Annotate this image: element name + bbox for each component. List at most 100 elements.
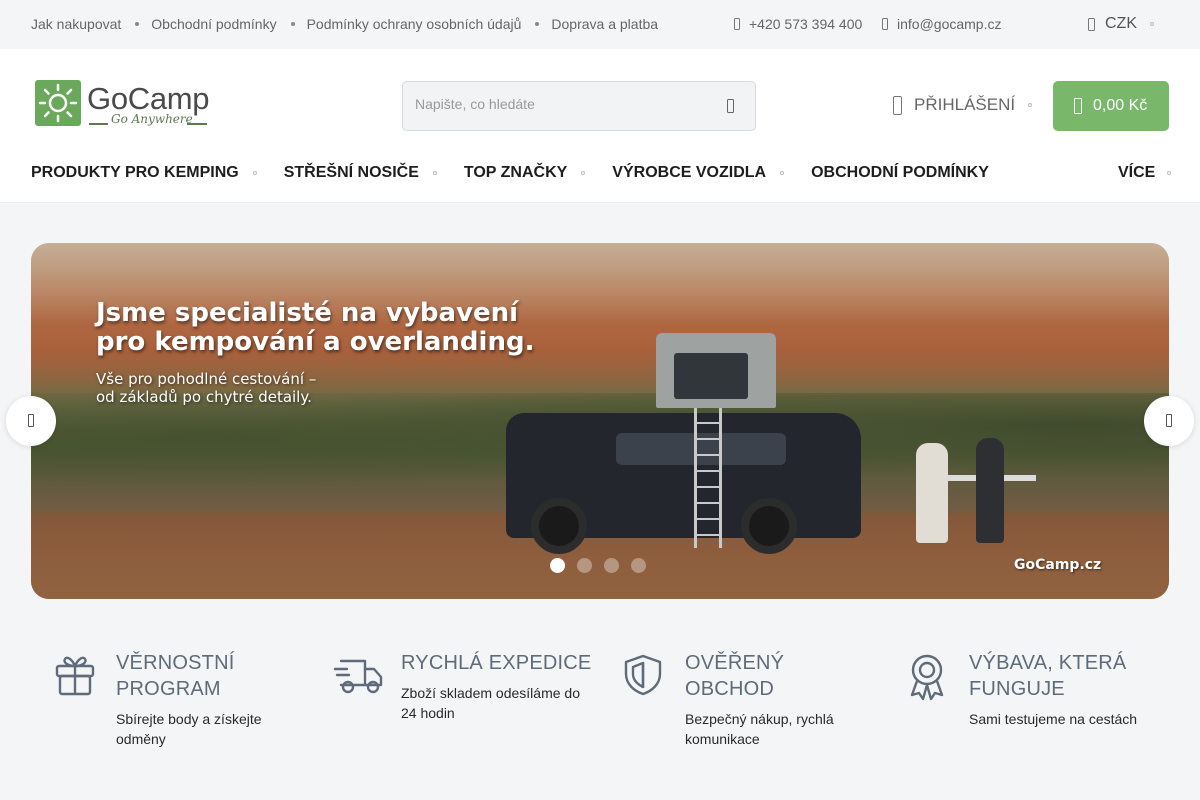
nav-item-stresni-nosice[interactable]: STŘEŠNÍ NOSIČE (284, 164, 437, 182)
benefit-title-line: OVĚŘENÝ (685, 652, 785, 674)
benefit-desc-line: odměny (116, 731, 166, 747)
benefit-description: Sbírejte body a získejte odměny (116, 709, 262, 749)
benefit-title-line: PROGRAM (116, 678, 221, 700)
banner-watermark: GoCamp.cz (1014, 557, 1102, 573)
person-image (976, 438, 1004, 543)
banner-headline-line: pro kempování a overlanding. (96, 327, 535, 357)
separator-dot (290, 22, 295, 26)
benefit-desc-line: komunikace (685, 731, 760, 747)
cart-button[interactable]: 0,00 Kč (1053, 81, 1169, 131)
chevron-down-icon (1167, 171, 1172, 175)
link-ochrana-udaju[interactable]: Podmínky ochrany osobních údajů (307, 16, 522, 32)
banner-sub-line: od základů po chytré detaily. (96, 388, 312, 406)
main-nav: PRODUKTY PRO KEMPING STŘEŠNÍ NOSIČE TOP … (31, 164, 1016, 182)
person-image (916, 443, 948, 543)
nav-item-produkty[interactable]: PRODUKTY PRO KEMPING (31, 164, 257, 182)
banner-subheadline: Vše pro pohodlné cestování – od základů … (96, 370, 396, 406)
benefit-title: VĚRNOSTNÍ PROGRAM (116, 650, 234, 702)
phone-number: +420 573 394 400 (749, 16, 863, 32)
top-bar: Jak nakupovat Obchodní podmínky Podmínky… (0, 0, 1200, 49)
user-icon (893, 95, 902, 115)
carousel-prev-button[interactable] (6, 396, 56, 446)
nav-item-obchodni-podminky[interactable]: OBCHODNÍ PODMÍNKY (811, 164, 989, 182)
benefit-description: Zboží skladem odesíláme do 24 hodin (401, 683, 580, 723)
email-contact[interactable]: info@gocamp.cz (882, 16, 1001, 32)
cart-total: 0,00 Kč (1093, 97, 1148, 114)
benefit-title-line: VĚRNOSTNÍ (116, 652, 235, 674)
benefit-title-line: VÝBAVA, KTERÁ (969, 652, 1127, 674)
carousel-dot-1[interactable] (550, 558, 565, 573)
chevron-right-icon (1166, 414, 1172, 427)
wheel-image (741, 498, 797, 554)
login-label: PŘIHLÁŠENÍ (914, 95, 1016, 114)
sun-logo-icon (35, 80, 81, 126)
benefit-title-line: RYCHLÁ EXPEDICE (401, 652, 592, 674)
separator-dot (535, 22, 540, 26)
currency-icon (1088, 17, 1095, 31)
email-address: info@gocamp.cz (897, 16, 1002, 32)
benefit-title: VÝBAVA, KTERÁ FUNGUJE (969, 650, 1126, 702)
link-obchodni-podminky[interactable]: Obchodní podmínky (151, 16, 276, 32)
nav-item-vyrobce-vozidla[interactable]: VÝROBCE VOZIDLA (612, 164, 785, 182)
carousel-dot-3[interactable] (604, 558, 619, 573)
banner-headline-line: Jsme specialisté na vybavení (96, 298, 519, 328)
search-input[interactable] (415, 96, 705, 112)
award-icon (910, 654, 944, 701)
mail-icon (882, 18, 888, 30)
search-icon[interactable] (727, 99, 734, 113)
top-links: Jak nakupovat Obchodní podmínky Podmínky… (31, 16, 658, 32)
benefit-desc-line: Bezpečný nákup, rychlá (685, 711, 834, 727)
logo-slogan: Go Anywhere (111, 112, 193, 126)
nav-item-label: PRODUKTY PRO KEMPING (31, 164, 239, 181)
site-header: GoCamp Go Anywhere PŘIHLÁŠENÍ 0,00 Kč PR… (0, 49, 1200, 203)
nav-more-button[interactable]: VÍCE (1118, 164, 1172, 182)
benefit-desc-line: Sbírejte body a získejte (116, 711, 262, 727)
carousel-dot-4[interactable] (631, 558, 646, 573)
truck-icon (333, 659, 383, 694)
login-button[interactable]: PŘIHLÁŠENÍ (893, 95, 1033, 115)
phone-contact[interactable]: +420 573 394 400 (734, 16, 862, 32)
chevron-down-icon (252, 171, 257, 175)
hero-banner[interactable]: Jsme specialisté na vybavení pro kempová… (31, 243, 1169, 599)
logo-divider (89, 123, 108, 125)
ladder-image (694, 408, 722, 548)
carousel-dots (550, 558, 658, 573)
banner-sub-line: Vše pro pohodlné cestování – (96, 370, 317, 388)
benefit-title-line: OBCHOD (685, 678, 774, 700)
benefit-description: Sami testujeme na cestách (969, 709, 1137, 729)
benefit-title: RYCHLÁ EXPEDICE (401, 650, 591, 676)
shield-icon (624, 654, 662, 696)
nav-item-label: STŘEŠNÍ NOSIČE (283, 164, 419, 181)
nav-item-label: VÝROBCE VOZIDLA (612, 164, 767, 181)
link-doprava-platba[interactable]: Doprava a platba (551, 16, 658, 32)
chevron-left-icon (28, 414, 34, 427)
nav-item-label: OBCHODNÍ PODMÍNKY (811, 164, 989, 181)
chevron-down-icon (780, 171, 785, 175)
nav-item-label: TOP ZNAČKY (463, 164, 568, 181)
currency-selector[interactable]: CZK (1088, 15, 1154, 33)
benefit-title: OVĚŘENÝ OBCHOD (685, 650, 784, 702)
chevron-down-icon (1028, 103, 1033, 107)
search-box (402, 81, 756, 131)
nav-item-top-znacky[interactable]: TOP ZNAČKY (463, 164, 586, 182)
separator-dot (135, 22, 140, 26)
cart-icon (1074, 98, 1082, 114)
nav-more-label: VÍCE (1118, 164, 1156, 181)
benefit-title-line: FUNGUJE (969, 678, 1065, 700)
benefit-desc-line: 24 hodin (401, 705, 455, 721)
roof-tent-image (656, 333, 776, 408)
logo[interactable]: GoCamp Go Anywhere (35, 79, 220, 133)
wheel-image (531, 498, 587, 554)
carousel-dot-2[interactable] (577, 558, 592, 573)
carousel-next-button[interactable] (1144, 396, 1194, 446)
logo-divider (187, 123, 207, 125)
currency-label: CZK (1105, 15, 1137, 32)
gift-icon (55, 656, 95, 696)
chevron-down-icon (432, 171, 437, 175)
chevron-down-icon (581, 171, 586, 175)
banner-headline: Jsme specialisté na vybavení pro kempová… (96, 299, 616, 357)
phone-icon (734, 18, 740, 30)
link-jak-nakupovat[interactable]: Jak nakupovat (31, 16, 121, 32)
benefit-desc-line: Sami testujeme na cestách (969, 711, 1138, 727)
benefit-description: Bezpečný nákup, rychlá komunikace (685, 709, 834, 749)
